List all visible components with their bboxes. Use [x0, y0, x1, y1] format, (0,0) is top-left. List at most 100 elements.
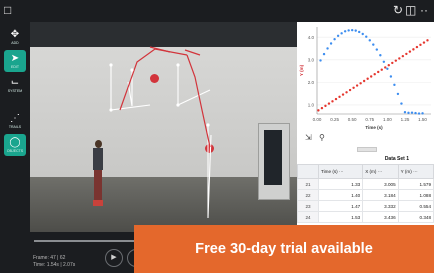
y-vs-time-chart[interactable]: 1.0 2.0 3.0 4.0 0.00 0.25 0.50 0.75 1.00 1.25 1.50… — [297, 22, 434, 132]
x-data-point — [419, 43, 422, 47]
motion-vectors-overlay — [109, 46, 212, 219]
y-data-point — [319, 59, 322, 62]
y-data-point — [393, 83, 396, 87]
y-data-point — [340, 32, 343, 35]
table-row[interactable]: 21 1.33 3.005 1.579 — [297, 178, 434, 190]
x-tick-label: 0.25 — [330, 117, 339, 122]
edit-tool-button[interactable]: ➤ EDIT — [4, 50, 26, 72]
dataset-title-text: Data Set 1 — [384, 156, 409, 162]
x-data-point — [398, 57, 401, 60]
x-data-point — [369, 75, 373, 78]
velocity-arrow-2 — [184, 49, 201, 56]
x-data-point — [341, 93, 345, 96]
tool-sidebar: ✥ ADD ➤ EDIT ⌙ SYSTEM ⋰ TRAILS ◯ OBJECTS — [0, 22, 30, 273]
y-data-point — [389, 75, 393, 78]
x-data-point — [391, 61, 394, 65]
x-data-point — [317, 109, 320, 112]
panel-splitter[interactable] — [357, 147, 377, 152]
y-data-point — [421, 112, 424, 115]
y-data-point — [407, 111, 410, 115]
crosshair-icon: ✥ — [10, 28, 20, 40]
dataset-title: Data Set 1 — [297, 154, 434, 164]
y-tick-label: 2.0 — [308, 80, 315, 85]
x-data-point — [320, 106, 324, 110]
x-tick-label: 0.50 — [348, 117, 357, 122]
add-tool-label: ADD — [11, 40, 19, 45]
x-data-point — [394, 59, 398, 62]
x-data-point — [426, 39, 429, 42]
trails-tool-label: TRAILS — [8, 124, 22, 129]
y-data-point — [403, 110, 407, 114]
add-tool-button[interactable]: ✥ ADD — [4, 26, 26, 48]
x-tick-label: 1.00 — [383, 117, 392, 122]
y-data-point — [400, 102, 403, 105]
y-data-point — [358, 30, 361, 34]
x-tick-label: 0.75 — [365, 117, 374, 122]
x-tick-label: 0.00 — [313, 117, 322, 122]
promo-text: Free 30-day trial available — [195, 241, 373, 257]
table-row[interactable]: 24 1.53 3.436 0.348 — [297, 211, 434, 223]
x-data-point — [387, 63, 390, 67]
column-header-time[interactable]: Time (s) ··· — [317, 164, 364, 179]
axes-icon: ⌙ — [10, 76, 20, 88]
x-data-point — [324, 104, 327, 108]
velocity-arrow-1 — [149, 46, 171, 53]
x-data-point — [366, 77, 369, 80]
y-data-point — [372, 43, 375, 46]
x-data-point — [331, 100, 334, 103]
x-data-point — [415, 45, 419, 49]
play-icon: ▶ — [111, 254, 117, 261]
x-data-point — [384, 66, 387, 69]
table-row[interactable]: 23 1.47 3.332 0.554 — [297, 200, 434, 212]
x-data-point — [355, 84, 359, 87]
y-data-point — [382, 60, 386, 63]
table-row[interactable]: 22 1.40 3.184 1.088 — [297, 189, 434, 201]
x-data-point — [345, 91, 348, 94]
y-data-point — [347, 29, 350, 32]
y-tick-label: 3.0 — [308, 57, 315, 62]
more-icon[interactable]: ·· — [420, 4, 428, 16]
column-header-x[interactable]: X (m) ··· — [362, 164, 399, 179]
vector-frame-3 — [177, 65, 211, 106]
chart-toolbar: ⇲ ⚲ — [297, 133, 434, 145]
objects-tool-button[interactable]: ◯ OBJECTS — [4, 134, 26, 156]
refresh-icon[interactable]: ↻ — [393, 4, 403, 16]
y-data-point — [336, 34, 340, 38]
play-button[interactable]: ▶ — [105, 249, 123, 267]
column-header-y[interactable]: Y (m) ··· — [397, 164, 434, 179]
vector-frame-2 — [127, 70, 133, 107]
document-icon[interactable]: □ — [4, 4, 11, 16]
x-tick-label: 1.25 — [401, 117, 410, 122]
row-number-header — [297, 164, 319, 179]
x-data-point — [359, 82, 362, 85]
system-tool-button[interactable]: ⌙ SYSTEM — [4, 74, 26, 96]
zoom-icon[interactable]: ⚲ — [319, 133, 325, 143]
y-data-point — [326, 47, 329, 50]
x-data-point — [338, 95, 341, 99]
trails-tool-button[interactable]: ⋰ TRAILS — [4, 110, 26, 132]
promo-banner[interactable]: Free 30-day trial available — [134, 225, 434, 273]
video-viewport[interactable]: − — [30, 22, 297, 232]
y-data-point — [379, 54, 382, 57]
objects-tool-label: OBJECTS — [6, 148, 24, 153]
trajectory-left — [119, 48, 188, 111]
vector-frame-1 — [110, 65, 151, 111]
system-tool-label: SYSTEM — [7, 88, 23, 93]
y-data-point — [386, 67, 389, 71]
x-axis-label: Time (s) — [365, 125, 383, 130]
y-data-point — [417, 112, 421, 115]
y-data-point — [414, 111, 417, 115]
layout-icon[interactable]: ◫ — [405, 4, 416, 16]
y-data-point — [343, 30, 347, 33]
axis-scale-icon[interactable]: ⇲ — [305, 133, 312, 143]
x-data-point — [352, 86, 355, 89]
y-data-point — [410, 111, 414, 114]
y-data-point — [322, 52, 326, 56]
table-header-row: Time (s) ··· X (m) ··· Y (m) ··· — [297, 164, 434, 179]
y-data-point — [329, 42, 333, 45]
y-data-point — [350, 28, 354, 32]
data-table: Time (s) ··· X (m) ··· Y (m) ··· 21 1.33 3… — [297, 164, 434, 223]
y-data-point — [354, 29, 357, 32]
x-data-point — [408, 50, 412, 53]
objects-icon: ◯ — [9, 136, 21, 148]
